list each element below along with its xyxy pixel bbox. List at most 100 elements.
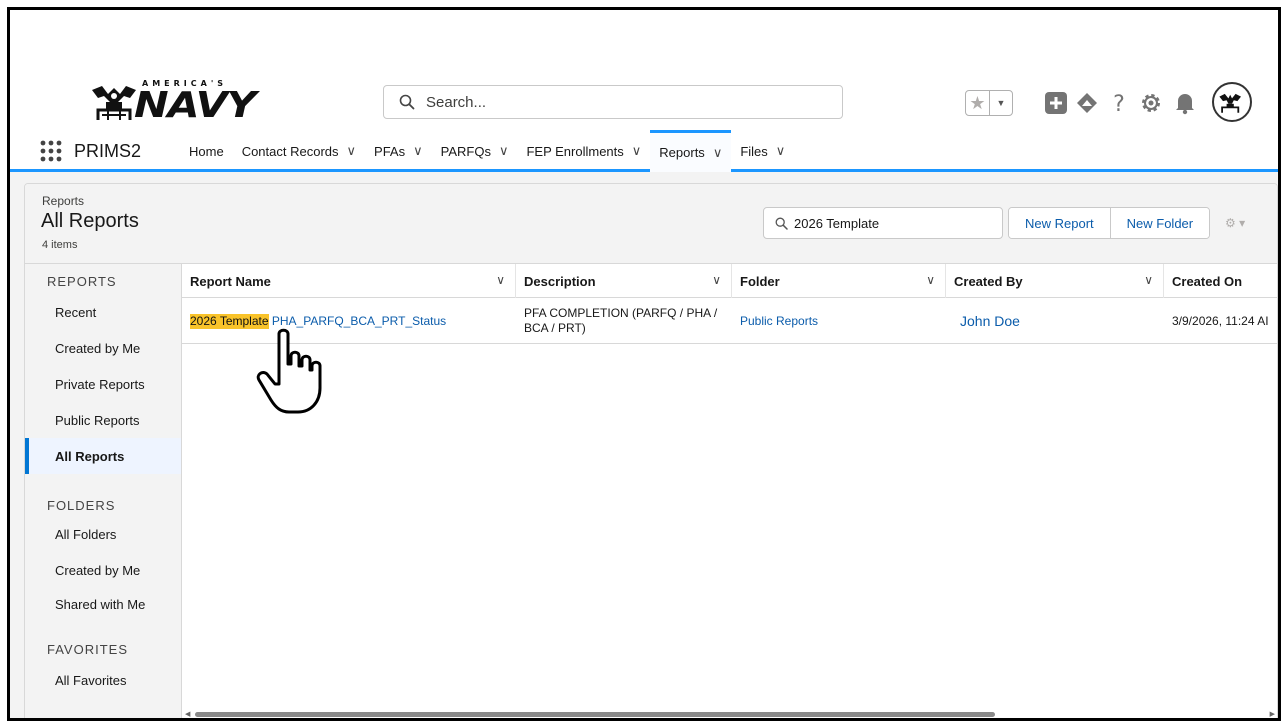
avatar[interactable] [1212,82,1252,122]
scrollbar-thumb[interactable] [195,712,995,717]
trailhead-icon[interactable] [1074,90,1100,116]
sidebar-item-label: All Folders [55,526,117,542]
sidebar-item-label: Recent [55,304,97,320]
app-window: AMERICA'S NAVY Search... ★ ▼ ? PRIMS2 Ho… [7,7,1281,721]
logo-wordmark: NAVY [134,85,256,126]
nav-item-fep-enrollments[interactable]: FEP Enrollments ∨ [517,130,650,172]
search-value: 2026 Template [794,216,880,231]
search-match-highlight[interactable]: 2026 Template [190,313,269,329]
sidebar-item-label: Shared with Me [55,596,146,612]
scroll-left-arrow-icon[interactable]: ◀ [185,710,190,718]
report-name-cell[interactable]: 2026 Template PHA_PARFQ_BCA_PRT_Status [182,298,516,344]
app-launcher-icon[interactable] [40,140,62,162]
sidebar-section-favorites: FAVORITES [47,642,128,657]
sidebar-item-all-folders[interactable]: All Folders [25,516,181,552]
list-settings-gear-icon[interactable]: ⚙ ▾ [1225,216,1245,230]
chevron-down-icon[interactable]: ∨ [413,143,423,159]
app-navigation-bar: PRIMS2 Home Contact Records ∨ PFAs ∨ PARFQ… [10,130,1278,172]
nav-item-label: Contact Records [241,143,339,159]
sidebar-item-label: Created by Me [55,562,141,578]
nav-item-reports[interactable]: Reports ∨ [650,130,732,172]
nav-item-label: PARFQs [440,143,491,159]
table-header-row: Report Name ∨ Description ∨ Folder ∨ Create… [182,264,1277,298]
nav-item-label: FEP Enrollments [526,143,624,159]
column-header-label: Description [524,273,596,289]
global-search-input[interactable]: Search... [383,85,843,119]
favorites-dropdown-icon[interactable]: ▼ [990,91,1012,115]
page-title: All Reports [41,210,139,232]
chevron-down-icon[interactable]: ∨ [499,143,509,159]
nav-item-home[interactable]: Home [180,130,233,172]
description-cell: PFA COMPLETION (PARFQ / PHA / BCA / PRT) [524,306,718,335]
sidebar-item-all-favorites[interactable]: All Favorites [25,662,181,698]
sidebar-section-folders: FOLDERS [47,498,116,513]
nav-item-parfqs[interactable]: PARFQs ∨ [432,130,518,172]
nav-item-contact-records[interactable]: Contact Records ∨ [233,130,365,172]
chevron-down-icon[interactable]: ∨ [713,145,723,161]
sidebar-item-shared-with-me[interactable]: Shared with Me [25,586,181,622]
column-header-label: Report Name [190,273,271,289]
sidebar-item-label: Private Reports [55,376,145,392]
sidebar-item-label: Public Reports [55,412,140,428]
column-header-label: Folder [740,273,780,289]
nav-item-label: PFAs [374,143,406,159]
favorites-button-group[interactable]: ★ ▼ [965,90,1013,116]
header-actions: New Report New Folder [1008,207,1211,239]
folder-cell: Public Reports [732,298,946,344]
page-header: Reports All Reports 4 items 2026 Templat… [25,184,1277,264]
new-report-button[interactable]: New Report [1009,208,1110,238]
sidebar-item-public-reports[interactable]: Public Reports [25,402,181,438]
folder-link[interactable]: Public Reports [740,314,818,329]
sidebar-item-private-reports[interactable]: Private Reports [25,366,181,402]
help-icon[interactable]: ? [1106,90,1132,116]
search-icon [399,94,415,110]
column-header-created-on[interactable]: Created On [1164,264,1277,298]
setup-gear-icon[interactable] [1138,90,1164,116]
sidebar-item-recent[interactable]: Recent [25,294,181,330]
column-header-label: Created On [1172,273,1243,289]
sidebar-item-all-reports[interactable]: All Reports [25,438,181,474]
reports-list-card: Reports All Reports 4 items 2026 Templat… [24,183,1278,718]
search-icon [775,217,788,230]
created-by-link[interactable]: John Doe [960,313,1020,329]
column-header-report-name[interactable]: Report Name ∨ [182,264,516,298]
created-by-cell: John Doe [946,298,1164,344]
table-row: 2026 Template PHA_PARFQ_BCA_PRT_Status P… [182,298,1277,344]
nav-item-label: Files [740,143,768,159]
sidebar-section-reports: REPORTS [47,274,117,289]
column-header-created-by[interactable]: Created By ∨ [946,264,1164,298]
item-count: 4 items [42,239,78,251]
chevron-down-icon[interactable]: ∨ [1144,273,1153,287]
new-folder-button[interactable]: New Folder [1109,208,1210,238]
search-placeholder: Search... [426,94,487,111]
report-search-input[interactable]: 2026 Template [763,207,1003,239]
navy-logo[interactable]: AMERICA'S NAVY [80,78,256,138]
sidebar-item-label: All Favorites [55,672,127,688]
column-header-folder[interactable]: Folder ∨ [732,264,946,298]
global-header: AMERICA'S NAVY Search... ★ ▼ ? [10,10,1278,130]
nav-items: Home Contact Records ∨ PFAs ∨ PARFQs ∨ FEP … [180,130,794,172]
chevron-down-icon[interactable]: ∨ [776,143,786,159]
nav-item-files[interactable]: Files ∨ [731,130,794,172]
nav-item-label: Reports [659,145,705,160]
chevron-down-icon[interactable]: ∨ [496,273,505,287]
chevron-down-icon[interactable]: ∨ [632,143,642,159]
chevron-down-icon[interactable]: ∨ [347,143,357,159]
report-name-link[interactable]: PHA_PARFQ_BCA_PRT_Status [272,314,446,329]
horizontal-scrollbar[interactable]: ◀ ▶ [185,708,1275,718]
nav-item-pfas[interactable]: PFAs ∨ [365,130,432,172]
created-on-cell: 3/9/2026, 11:24 AI [1172,313,1269,328]
reports-sidebar: REPORTS Recent Created by Me Private Rep… [25,264,182,718]
eagle-emblem-icon [92,86,136,120]
add-icon[interactable] [1043,90,1069,116]
scroll-right-arrow-icon[interactable]: ▶ [1270,710,1275,718]
chevron-down-icon[interactable]: ∨ [926,273,935,287]
sidebar-item-folders-created-by-me[interactable]: Created by Me [25,552,181,588]
app-name: PRIMS2 [74,141,142,161]
sidebar-item-created-by-me[interactable]: Created by Me [25,330,181,366]
chevron-down-icon[interactable]: ∨ [712,273,721,287]
notification-bell-icon[interactable] [1172,90,1198,116]
favorite-star-icon[interactable]: ★ [966,91,990,115]
column-header-description[interactable]: Description ∨ [516,264,732,298]
breadcrumb[interactable]: Reports [42,194,84,208]
